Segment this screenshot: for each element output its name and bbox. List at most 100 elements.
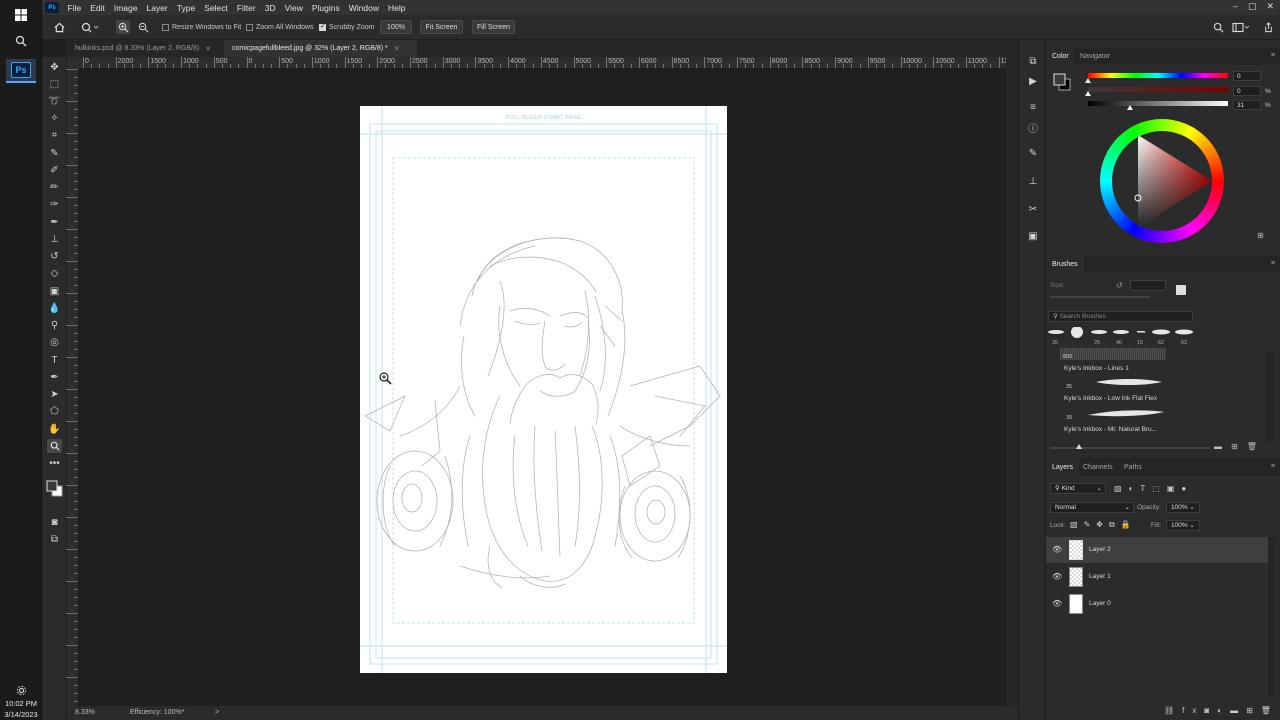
- preset-size[interactable]: 40: [1116, 340, 1122, 346]
- link-layers-icon[interactable]: ⛓: [1164, 706, 1182, 715]
- close-icon[interactable]: ✕: [1266, 1, 1274, 12]
- brush-tool-icon[interactable]: ✏: [47, 180, 62, 194]
- lock-artboard-icon[interactable]: ⧉: [1109, 520, 1121, 529]
- crop-tool-icon[interactable]: ⌗: [47, 128, 62, 142]
- adjustment-layer-icon[interactable]: ◐: [1217, 706, 1230, 715]
- layers-scrollbar[interactable]: [1268, 537, 1275, 697]
- zoom-tool-preset-icon[interactable]: [80, 20, 100, 34]
- blur-tool-icon[interactable]: 💧: [47, 301, 62, 315]
- gradient-tool-icon[interactable]: ▣: [47, 284, 62, 298]
- lasso-tool-icon[interactable]: ➰: [47, 94, 62, 108]
- mixer-brush-tool-icon[interactable]: ✒: [47, 215, 62, 229]
- fill-screen-button[interactable]: Fill Screen: [472, 20, 515, 34]
- clone-source-icon[interactable]: ⊥: [1026, 174, 1040, 188]
- tab-brushes[interactable]: Brushes: [1046, 255, 1084, 273]
- brush-preview-size-slider[interactable]: [1050, 447, 1210, 449]
- clone-stamp-tool-icon[interactable]: ⊥: [47, 232, 62, 246]
- menu-help[interactable]: Help: [383, 3, 409, 13]
- home-icon[interactable]: [52, 20, 66, 34]
- photoshop-app-icon[interactable]: Ps: [6, 59, 36, 83]
- fg-bg-color-icon[interactable]: [1052, 72, 1072, 92]
- menu-edit[interactable]: Edit: [86, 3, 110, 13]
- tab-navigator[interactable]: Navigator: [1074, 47, 1116, 65]
- marquee-tool-icon[interactable]: ⬚: [47, 77, 62, 91]
- path-selection-tool-icon[interactable]: ➤: [47, 387, 62, 401]
- panel-menu-icon[interactable]: ≡: [1271, 52, 1275, 59]
- search-brushes-input[interactable]: ⚲ Search Brushes: [1048, 311, 1193, 322]
- tab-layers[interactable]: Layers: [1046, 458, 1080, 476]
- delete-icon[interactable]: 🗑: [1247, 442, 1266, 451]
- eyedropper-tool-icon[interactable]: ✎: [47, 146, 62, 160]
- history-brush-tool-icon[interactable]: ↺: [47, 249, 62, 263]
- menu-type[interactable]: Type: [172, 3, 199, 13]
- opacity-field[interactable]: 100% ⌄: [1166, 502, 1200, 513]
- menu-filter[interactable]: Filter: [232, 3, 260, 13]
- shape-tool-icon[interactable]: ⬠: [47, 404, 62, 418]
- sponge-tool-icon[interactable]: ◎: [47, 335, 62, 349]
- smart-object-filter-icon[interactable]: ▣: [1167, 484, 1182, 493]
- folder-icon[interactable]: ▬: [1214, 442, 1231, 451]
- brush-settings-toggle-icon[interactable]: [1176, 285, 1186, 295]
- panel-menu-icon[interactable]: ≡: [1271, 463, 1275, 470]
- layer-row[interactable]: 👁 Layer 2: [1046, 537, 1268, 563]
- saturation-slider[interactable]: [1088, 87, 1228, 92]
- reset-icon[interactable]: ↺: [1116, 281, 1123, 290]
- layer-row[interactable]: 👁 Layer 0: [1046, 591, 1268, 617]
- tab-comicpagefullbleed[interactable]: comicpagefullbleed.jpg @ 32% (Layer 2, R…: [224, 40, 417, 57]
- scrubby-zoom-checkbox[interactable]: Scrubby Zoom: [319, 21, 375, 34]
- horizontal-ruler[interactable]: 0 2000 1500 1000 500 0 500 1000 1500 2000 2500 3000…: [79, 57, 1006, 69]
- resize-windows-checkbox[interactable]: Resize Windows to Fit: [162, 21, 241, 34]
- tab-channels[interactable]: Channels: [1077, 458, 1119, 476]
- pixel-filter-icon[interactable]: ▧: [1114, 484, 1129, 493]
- menu-select[interactable]: Select: [200, 3, 233, 13]
- new-brush-icon[interactable]: ⊞: [1231, 442, 1247, 451]
- windows-start-icon[interactable]: [9, 4, 33, 26]
- blend-mode-select[interactable]: Normal ⌄: [1050, 502, 1134, 513]
- add-swatch-icon[interactable]: ⊞: [1257, 231, 1264, 240]
- layer-filter-kind-select[interactable]: ⚲ Kind ⌄: [1050, 483, 1106, 494]
- screen-mode-icon[interactable]: ⧉: [47, 532, 62, 546]
- pen-tool-icon[interactable]: ✒: [47, 370, 62, 384]
- tab-hulkinks[interactable]: hulkinks.psd @ 8.33% (Layer 2, RGB/8) ✕: [67, 40, 224, 57]
- color-wheel[interactable]: [1100, 119, 1224, 243]
- delete-layer-icon[interactable]: 🗑: [1261, 706, 1279, 715]
- hand-tool-icon[interactable]: ✋: [47, 422, 62, 436]
- size-field[interactable]: [1130, 280, 1166, 291]
- canvas-scrollbar[interactable]: [1006, 57, 1018, 706]
- adjustments-panel-icon[interactable]: ≡: [1026, 100, 1040, 114]
- menu-plugins[interactable]: Plugins: [307, 3, 344, 13]
- info-panel-icon[interactable]: ⓘ: [1026, 120, 1040, 135]
- brush-item[interactable]: Kyle's Inkbox - Low Ink Flat Flex: [1064, 395, 1157, 402]
- search-icon[interactable]: [9, 30, 33, 52]
- search-icon[interactable]: [1211, 20, 1225, 34]
- menu-file[interactable]: File: [63, 3, 86, 13]
- lock-position-icon[interactable]: ✥: [1096, 520, 1109, 529]
- zoom-out-icon[interactable]: [136, 20, 150, 34]
- eye-icon[interactable]: 👁: [1052, 545, 1062, 554]
- maximize-icon[interactable]: ▢: [1248, 1, 1257, 12]
- slider-marker-icon[interactable]: [1085, 78, 1091, 83]
- status-arrow-icon[interactable]: >: [215, 709, 219, 716]
- panel-menu-icon[interactable]: ≡: [1271, 260, 1275, 267]
- zoom-tool-icon[interactable]: [47, 439, 62, 453]
- healing-brush-tool-icon[interactable]: ✐: [47, 163, 62, 177]
- taskbar-clock-time[interactable]: 10:02 PM: [0, 699, 42, 708]
- color-swatches-icon[interactable]: [45, 477, 65, 499]
- minimize-icon[interactable]: –: [1233, 1, 1238, 12]
- menu-image[interactable]: Image: [109, 3, 142, 13]
- preset-size[interactable]: 62: [1181, 340, 1187, 346]
- settings-icon[interactable]: [9, 679, 33, 701]
- zoom-in-icon[interactable]: [116, 20, 130, 34]
- workspace-icon[interactable]: [1231, 20, 1251, 34]
- brush-item[interactable]: Kyle's Inkbox - Lines 1: [1064, 365, 1129, 372]
- status-zoom[interactable]: 8.33%: [75, 709, 95, 716]
- zoom-percent-field[interactable]: 100%: [380, 20, 412, 34]
- close-icon[interactable]: ✕: [205, 45, 211, 53]
- preset-size[interactable]: 15: [1137, 340, 1143, 346]
- shape-filter-icon[interactable]: ⬚: [1152, 484, 1167, 493]
- move-tool-icon[interactable]: ✥: [47, 60, 62, 74]
- fx-icon[interactable]: fx: [1182, 706, 1204, 715]
- fill-field[interactable]: 100% ⌄: [1166, 520, 1200, 531]
- preset-size[interactable]: 35: [1052, 340, 1058, 346]
- actions-panel-icon[interactable]: ▶: [1026, 74, 1040, 88]
